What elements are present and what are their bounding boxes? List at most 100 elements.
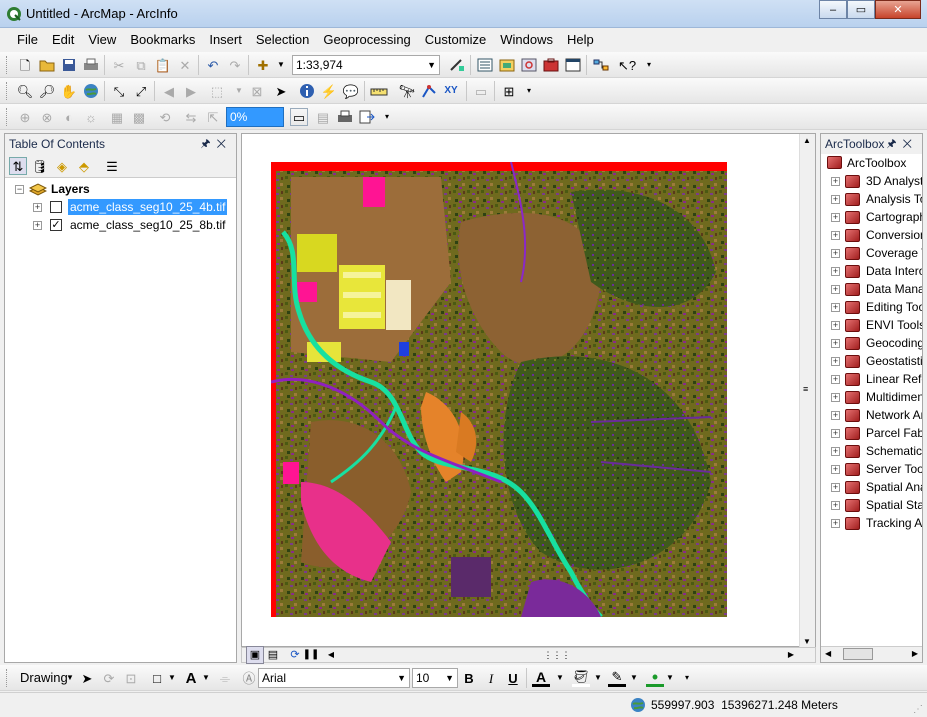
vertical-scrollbar[interactable]: ▲ ≡ ▼ [799,134,815,648]
menu-edit[interactable]: Edit [45,29,81,51]
menu-view[interactable]: View [81,29,123,51]
expand-icon[interactable]: + [831,411,840,420]
toolbar-grip[interactable] [6,669,9,687]
paste-icon[interactable]: 📋 [154,56,172,74]
pan-icon[interactable]: ✋ [60,82,78,100]
adjust-contrast-icon[interactable]: ◐ [60,108,78,126]
fixed-zoom-out-icon[interactable]: ⤢ [132,82,150,100]
text-tool-icon[interactable]: A [182,669,200,687]
go-forward-icon[interactable]: ▶ [182,82,200,100]
print-icon[interactable] [82,56,100,74]
zoom-in-icon[interactable]: 🔍︎ [16,82,34,100]
chevron-down-icon[interactable]: ▼ [594,673,602,682]
copy-icon[interactable]: ⧉ [132,56,150,74]
layer-effects-icon[interactable]: ▦ [108,108,126,126]
html-popup-icon[interactable]: 💬 [342,82,360,100]
bold-button[interactable]: B [460,669,478,687]
measure-icon[interactable] [370,82,388,100]
scroll-left-icon[interactable]: ◀ [825,649,831,658]
go-to-xy-icon[interactable]: XY [442,82,460,100]
data-view-toggle-icon[interactable]: ▭ [290,108,308,126]
menu-windows[interactable]: Windows [493,29,560,51]
font-name-combo[interactable]: Arial ▼ [258,668,410,688]
open-folder-icon[interactable] [38,56,56,74]
expand-icon[interactable]: + [831,393,840,402]
save-icon[interactable] [60,56,78,74]
zoom-out-icon[interactable]: 🔎︎ [38,82,56,100]
clear-selection-icon[interactable]: ⊠ [248,82,266,100]
menu-insert[interactable]: Insert [202,29,249,51]
find-icon[interactable]: 🔭︎ [398,82,416,100]
toolbar-options-icon[interactable]: ▾ [678,669,696,687]
drawing-menu[interactable]: Drawing [20,670,68,685]
panel-pin-close-icons[interactable]: 🖈✕ [200,134,232,154]
arctoolbox-hscroll[interactable]: ◀ ▶ [821,646,922,662]
expand-icon[interactable]: + [831,429,840,438]
toc-options-icon[interactable]: ☰ [103,157,121,175]
adjust-brightness-icon[interactable]: ☼ [82,108,100,126]
scroll-grip-icon[interactable]: ≡ [803,384,808,394]
find-route-icon[interactable] [420,82,438,100]
expand-icon[interactable]: + [831,177,840,186]
map-data-view[interactable]: ▲ ≡ ▼ [241,133,816,648]
editor-toolbar-icon[interactable] [448,56,466,74]
expand-icon[interactable]: + [831,267,840,276]
close-button[interactable]: ✕ [875,0,921,19]
line-color-icon[interactable]: ✎ [608,669,626,687]
map-scale-combo[interactable]: 1:33,974 ▼ [292,55,440,75]
resize-grip-icon[interactable]: ⋰ [913,704,923,715]
menu-customize[interactable]: Customize [418,29,493,51]
expand-icon[interactable]: + [831,249,840,258]
undo-icon[interactable]: ↶ [204,56,222,74]
select-elements-icon[interactable]: ➤ [78,669,96,687]
add-data-icon[interactable]: ✚ [254,56,272,74]
edit-vertices-icon[interactable]: ⌯ [216,669,234,687]
toolbar-options-icon[interactable]: ▾ [520,82,538,100]
toolbar-options-icon[interactable]: ▾ [640,56,658,74]
layout-view-toggle-icon[interactable]: ▤ [314,108,332,126]
select-elements-icon[interactable]: ➤ [272,82,290,100]
marker-color-icon[interactable]: • [646,668,664,687]
layer-visibility-checkbox[interactable]: ✓ [50,219,62,231]
rotate-icon[interactable]: ⟲ [156,108,174,126]
list-by-selection-icon[interactable]: ⬘ [75,157,93,175]
flicker-layer-icon[interactable]: ⊗ [38,108,56,126]
maximize-button[interactable]: ▭ [847,0,875,19]
expand-icon[interactable]: + [831,195,840,204]
menu-file[interactable]: File [10,29,45,51]
expand-icon[interactable]: + [831,447,840,456]
whats-this-icon[interactable]: ↖? [618,56,636,74]
expand-icon[interactable]: + [831,519,840,528]
expand-icon[interactable]: + [33,221,42,230]
full-extent-icon[interactable] [82,82,100,100]
pixel-inspector-icon[interactable]: ▩ [130,108,148,126]
expand-icon[interactable]: + [831,213,840,222]
cut-icon[interactable]: ✂ [110,56,128,74]
rotate-element-icon[interactable]: ⟳ [100,669,118,687]
transparency-combo[interactable]: 0% [226,107,284,127]
chevron-down-icon[interactable]: ▼ [202,673,210,682]
hyperlink-icon[interactable]: ⚡ [320,82,338,100]
panel-pin-close-icons[interactable]: 🖈✕ [886,134,918,154]
expand-icon[interactable]: + [831,303,840,312]
fixed-zoom-in-icon[interactable]: ⤡ [110,82,128,100]
expand-icon[interactable]: + [831,321,840,330]
redo-icon[interactable]: ↷ [226,56,244,74]
swipe-layer-icon[interactable]: ⊕ [16,108,34,126]
minimize-button[interactable]: – [819,0,847,19]
print-preview-icon[interactable] [336,108,354,126]
scroll-left-icon[interactable]: ◀ [322,646,340,664]
expand-icon[interactable]: + [831,483,840,492]
list-by-source-icon[interactable]: 🛢︎ [31,157,49,175]
scroll-right-icon[interactable]: ▶ [782,646,800,664]
create-viewer-window-icon[interactable]: ⊞ [500,82,518,100]
shift-icon[interactable]: ⇱ [204,108,222,126]
zoom-to-selected-elements-icon[interactable]: ⊡ [122,669,140,687]
collapse-icon[interactable]: − [15,185,24,194]
list-by-visibility-icon[interactable]: ◈ [53,157,71,175]
scroll-thumb[interactable] [843,648,873,660]
expand-icon[interactable]: + [831,375,840,384]
layer-name[interactable]: acme_class_seg10_25_4b.tif [68,199,228,215]
scroll-down-icon[interactable]: ▼ [803,637,811,646]
chevron-down-icon[interactable]: ▼ [66,673,74,682]
